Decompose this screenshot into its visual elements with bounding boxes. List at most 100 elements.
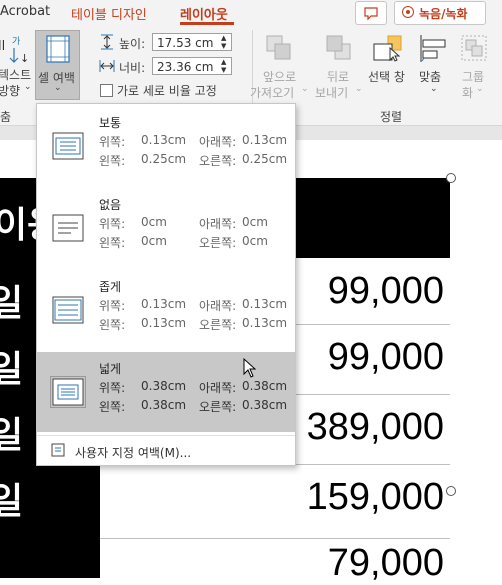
send-backward-label-2: 보내기 (315, 86, 349, 100)
margin-none-icon (52, 214, 84, 242)
custom-margins-icon (51, 443, 65, 457)
send-backward-button[interactable]: 뒤로 보내기 ⌄ (315, 32, 365, 102)
selection-pane-button[interactable]: 선택 창 (366, 32, 410, 92)
row-label: 일 (0, 415, 24, 456)
right-label: 오른쪽: (199, 400, 237, 414)
comments-button[interactable] (355, 1, 387, 25)
resize-handle[interactable] (446, 173, 456, 183)
margin-option-none[interactable]: 없음 위쪽: 0cm 아래쪽: 0cm 왼쪽: 0cm 오른쪽: 0cm (37, 188, 295, 268)
record-label: 녹음/녹화 (419, 7, 468, 21)
option-title: 보통 (99, 116, 122, 130)
bottom-value: 0.38cm (242, 379, 288, 393)
text-direction-label: 텍스트 (0, 68, 32, 82)
row-label: 일 (0, 283, 24, 324)
bring-forward-label-1: 앞으로 (263, 70, 297, 84)
height-icon (101, 34, 113, 50)
custom-margins-label: 사용자 지정 여백(M)... (75, 446, 192, 460)
comment-icon (364, 7, 378, 21)
tab-table-design[interactable]: 테이블 디자인 (71, 4, 147, 23)
chevron-down-icon: ⌄ (430, 84, 438, 94)
right-value: 0.13cm (242, 316, 288, 330)
send-backward-icon (326, 35, 351, 60)
height-input[interactable]: 17.53 cm (152, 33, 232, 51)
margin-option-narrow[interactable]: 좁게 위쪽: 0.13cm 아래쪽: 0.13cm 왼쪽: 0.13cm 오른쪽… (37, 270, 295, 350)
record-button[interactable]: 녹음/녹화 (394, 1, 486, 25)
left-label: 왼쪽: (99, 236, 126, 250)
right-value: 0cm (242, 234, 268, 248)
right-label: 오른쪽: (199, 318, 237, 332)
right-value: 0.38cm (242, 398, 288, 412)
cell-margin-button[interactable]: 셀 여백 ⌄ (35, 30, 80, 100)
row-divider (100, 538, 450, 539)
align-button[interactable]: 맞춤 ⌄ (415, 32, 455, 102)
left-label: 왼쪽: (99, 400, 126, 414)
width-spinner[interactable]: ▲ ▼ (221, 58, 226, 74)
width-icon (99, 60, 115, 72)
top-label: 위쪽: (99, 299, 126, 313)
table-cell-value[interactable]: 99,000 (328, 336, 444, 379)
bottom-value: 0cm (242, 215, 268, 229)
chevron-down-icon: ⌄ (54, 83, 62, 93)
margin-normal-icon (52, 132, 84, 160)
table-cell-value[interactable]: 79,000 (328, 542, 444, 585)
table-cell-value[interactable]: 389,000 (307, 406, 444, 449)
text-direction-label-2: 방향 (0, 84, 21, 98)
left-value: 0.13cm (141, 316, 187, 330)
tab-acrobat[interactable]: Acrobat (0, 4, 50, 19)
margin-option-wide[interactable]: 넓게 위쪽: 0.38cm 아래쪽: 0.38cm 왼쪽: 0.38cm 오른쪽… (37, 352, 295, 432)
svg-text:가: 가 (12, 36, 20, 47)
lock-ratio-label: 가로 세로 비율 고정 (117, 84, 217, 98)
active-tab-indicator (180, 22, 234, 25)
top-value: 0cm (141, 215, 167, 229)
height-spinner[interactable]: ▲ ▼ (221, 34, 226, 50)
margin-option-normal[interactable]: 보통 위쪽: 0.13cm 아래쪽: 0.13cm 왼쪽: 0.25cm 오른쪽… (37, 106, 295, 186)
bring-forward-button[interactable]: 앞으로 가져오기 ⌄ (250, 32, 309, 102)
top-label: 위쪽: (99, 381, 126, 395)
arrange-group-label: 정렬 (380, 110, 403, 124)
chevron-down-icon: ⌄ (355, 84, 363, 94)
row-label: 일 (0, 349, 24, 390)
cell-margin-icon (46, 35, 70, 63)
resize-handle[interactable] (446, 486, 456, 496)
svg-text:↓: ↓ (20, 52, 29, 65)
bottom-label: 아래쪽: (199, 135, 237, 149)
bring-forward-icon (266, 35, 291, 60)
group-label-2: 화 (462, 86, 474, 100)
group-label-1: 그룹 (462, 70, 485, 84)
width-label: 너비: (119, 61, 146, 75)
table-cell-value[interactable]: 99,000 (328, 270, 444, 313)
bottom-label: 아래쪽: (199, 217, 237, 231)
selection-pane-icon (373, 35, 402, 62)
top-label: 위쪽: (99, 217, 126, 231)
option-title: 넓게 (99, 362, 122, 376)
align-label: 맞춤 (419, 70, 442, 84)
top-value: 0.13cm (141, 133, 187, 147)
top-value: 0.38cm (141, 379, 187, 393)
left-value: 0cm (141, 234, 167, 248)
width-input[interactable]: 23.36 cm (152, 57, 232, 75)
group-button[interactable]: 그룹 화 ⌄ (458, 32, 498, 102)
right-label: 오른쪽: (199, 154, 237, 168)
table-cell-value[interactable]: 159,000 (307, 476, 444, 519)
chevron-down-icon: ⌄ (24, 82, 32, 92)
group-icon (461, 35, 487, 61)
bottom-value: 0.13cm (242, 297, 288, 311)
top-label: 위쪽: (99, 135, 126, 149)
right-value: 0.25cm (242, 152, 288, 166)
right-label: 오른쪽: (199, 236, 237, 250)
margin-narrow-icon (52, 296, 84, 324)
lock-ratio-checkbox[interactable] (100, 84, 113, 97)
tab-layout[interactable]: 레이아웃 (180, 4, 228, 23)
align-icon (420, 35, 446, 62)
option-title: 없음 (99, 198, 122, 212)
send-backward-label-1: 뒤로 (327, 70, 350, 84)
custom-margins-item[interactable]: 사용자 지정 여백(M)... (37, 435, 295, 466)
group-label-fragment: 춤 (0, 110, 12, 124)
chevron-down-icon: ⌄ (476, 84, 484, 94)
text-direction-button[interactable]: ll 가 ↓ 텍스트 방향 ⌄ (0, 32, 32, 98)
bring-forward-label-2: 가져오기 (250, 86, 295, 100)
left-value: 0.38cm (141, 398, 187, 412)
margin-wide-icon (50, 376, 86, 408)
height-label: 높이: (119, 37, 146, 51)
bottom-value: 0.13cm (242, 133, 288, 147)
